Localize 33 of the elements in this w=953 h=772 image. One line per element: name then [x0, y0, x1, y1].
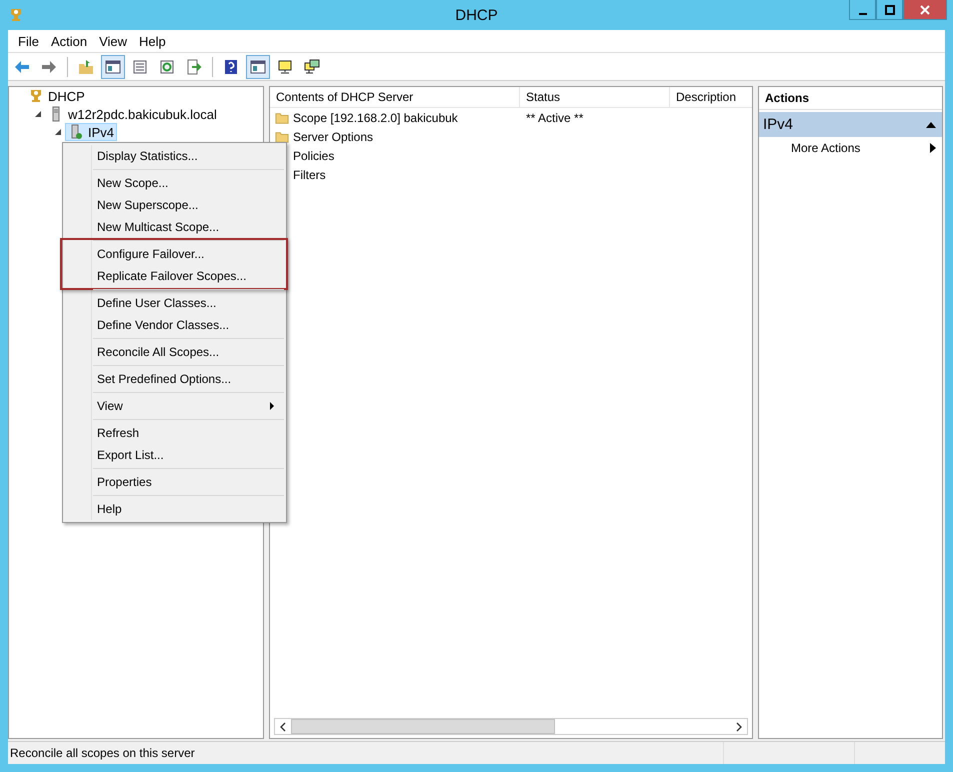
menu-item[interactable]: Help — [133, 32, 172, 50]
menu-item[interactable]: Display Statistics... — [93, 145, 284, 167]
actions-heading: Actions — [759, 87, 942, 110]
menu-item[interactable]: View — [93, 395, 284, 417]
menu-item[interactable]: File — [12, 32, 45, 50]
tree-item[interactable]: w12r2pdc.bakicubuk.local — [45, 105, 220, 123]
tree-item[interactable]: IPv4 — [65, 123, 118, 141]
menu-item[interactable]: Action — [44, 32, 94, 50]
column-header[interactable]: Description — [670, 87, 752, 107]
menu-item[interactable]: Configure Failover... — [93, 243, 284, 265]
column-header[interactable]: Status — [520, 87, 670, 107]
menu-item[interactable]: Set Predefined Options... — [93, 368, 284, 390]
column-header[interactable]: Contents of DHCP Server — [270, 87, 520, 107]
menu-item[interactable]: New Scope... — [93, 172, 284, 194]
menu-item[interactable]: New Multicast Scope... — [93, 216, 284, 238]
menu-item[interactable]: New Superscope... — [93, 194, 284, 216]
menu-item[interactable]: Define User Classes... — [93, 292, 284, 314]
tree-item[interactable]: DHCP — [25, 87, 88, 105]
menu-item[interactable]: Help — [93, 498, 284, 520]
menu-item[interactable]: Define Vendor Classes... — [93, 314, 284, 336]
action-section-header[interactable]: IPv4 — [759, 112, 942, 137]
menu-item[interactable]: Refresh — [93, 422, 284, 444]
menu-item[interactable]: Replicate Failover Scopes... — [93, 265, 284, 287]
table-cell-text: ** Active ** — [525, 110, 584, 124]
action-item[interactable]: More Actions — [759, 137, 942, 159]
menu-item[interactable]: Reconcile All Scopes... — [93, 341, 284, 363]
menu-item[interactable]: View — [93, 32, 134, 50]
table-cell[interactable]: Server Options — [270, 130, 520, 144]
table-cell[interactable]: Scope [192.168.2.0] bakicubuk — [270, 110, 520, 124]
menu-item[interactable]: Export List... — [93, 444, 284, 466]
menu-item[interactable]: Properties — [93, 471, 284, 493]
status-text: Reconcile all scopes on this server — [8, 742, 724, 764]
window-title: DHCP — [455, 7, 498, 24]
